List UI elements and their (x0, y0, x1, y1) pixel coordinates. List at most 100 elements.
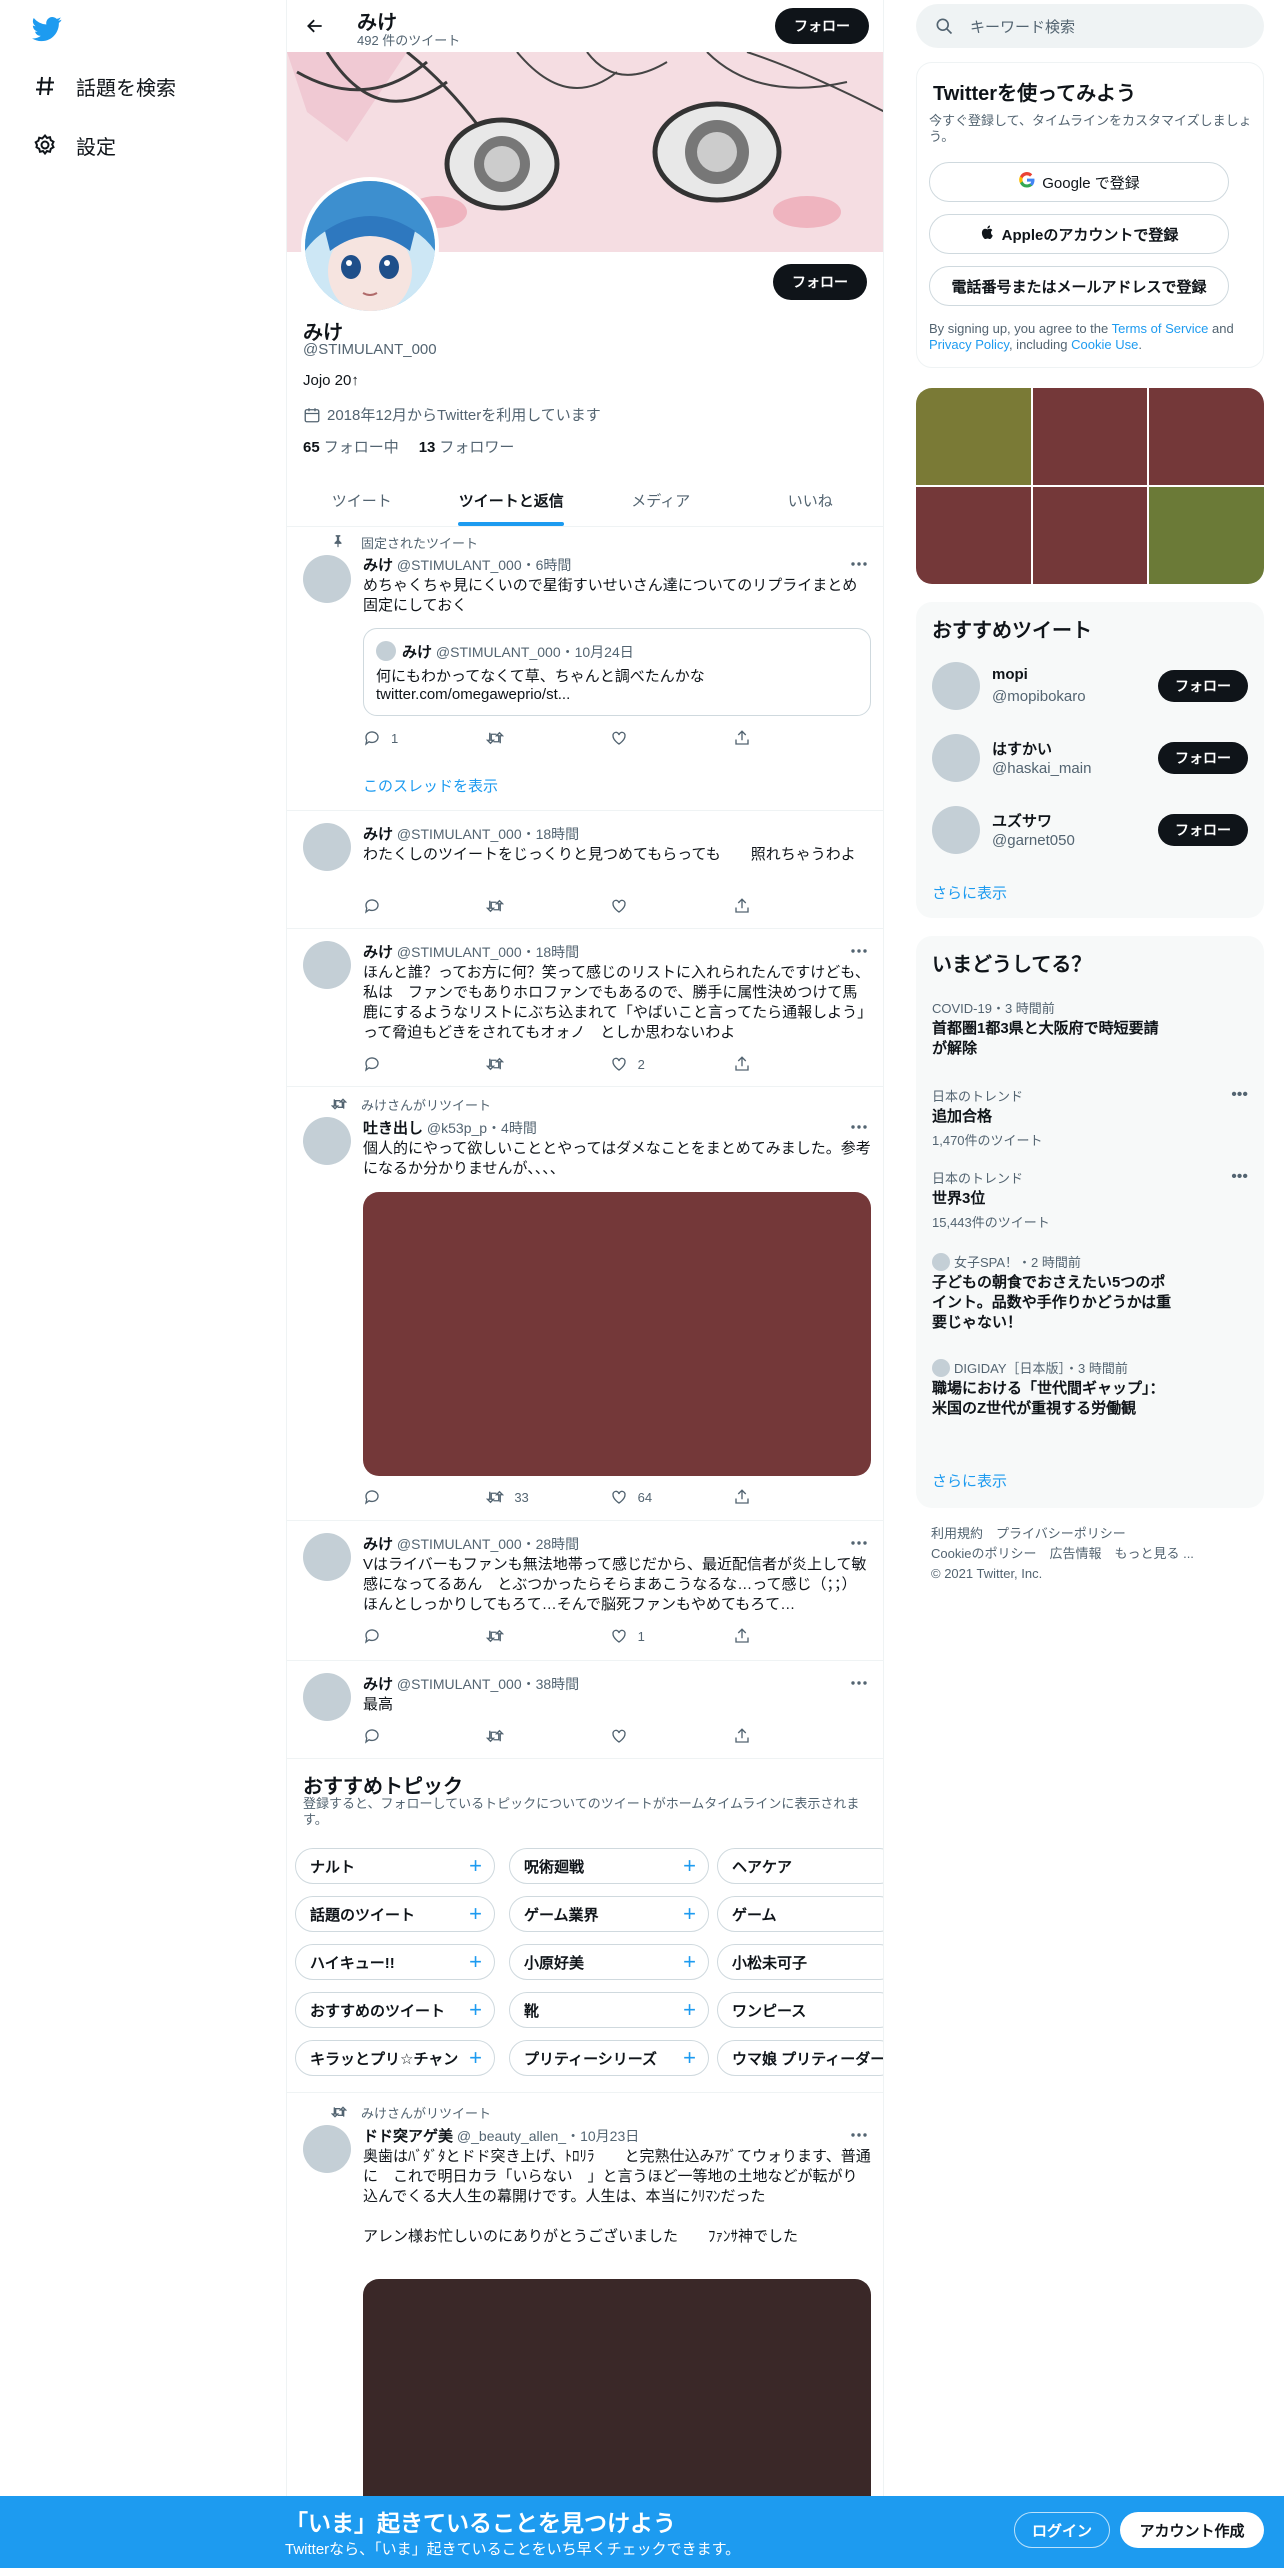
reply-button[interactable] (363, 897, 423, 915)
like-button[interactable]: 2 (610, 1055, 670, 1073)
reply-button[interactable] (363, 1488, 423, 1506)
retweet-button[interactable] (486, 1627, 546, 1645)
tweet-item[interactable]: みけ @STIMULANT_000・18時間 ほんと誰？ってお方に何？笑って感じ… (287, 929, 883, 1087)
more-icon[interactable] (849, 1117, 869, 1137)
topic-chip[interactable]: 小松未可子 (717, 1944, 883, 1980)
media-thumbnail[interactable] (916, 388, 1031, 485)
tab-tweets[interactable]: ツイート (287, 474, 437, 526)
trend-item[interactable]: 日本のトレンド 追加合格 1,470件のツイート ••• (932, 1086, 1248, 1149)
share-button[interactable] (733, 1055, 793, 1073)
share-button[interactable] (733, 1488, 793, 1506)
reply-button[interactable] (363, 1055, 423, 1073)
retweet-button[interactable] (486, 897, 546, 915)
reply-button[interactable] (363, 1727, 423, 1745)
trend-more-icon[interactable]: ••• (1231, 1086, 1248, 1104)
reply-button[interactable] (363, 1627, 423, 1645)
tweet-item[interactable]: みけ @STIMULANT_000・18時間 わたくしのツイートをじっくりと見つ… (287, 811, 883, 929)
more-icon[interactable] (849, 2125, 869, 2145)
topic-chip[interactable]: 話題のツイート + (295, 1896, 495, 1932)
tab-media[interactable]: メディア (586, 474, 736, 526)
retweet-button[interactable] (486, 1727, 546, 1745)
tweet-avatar[interactable] (303, 1533, 351, 1581)
phone-email-signup-button[interactable]: 電話番号またはメールアドレスで登録 (929, 266, 1229, 306)
tweet-media-image[interactable] (363, 1192, 871, 1476)
footer-line[interactable]: 利用規約 プライバシーポリシー (931, 1524, 1261, 1544)
cookie-link[interactable]: Cookie Use (1071, 337, 1138, 352)
followers-link[interactable]: 13 フォロワー (419, 436, 515, 457)
trends-show-more-link[interactable]: さらに表示 (932, 1470, 1007, 1491)
privacy-link[interactable]: Privacy Policy (929, 337, 1009, 352)
create-account-button[interactable]: アカウント作成 (1120, 2512, 1264, 2548)
tweet-avatar[interactable] (303, 1673, 351, 1721)
tweet-item[interactable]: みけ @STIMULANT_000・38時間 最高 (287, 1661, 883, 1759)
suggested-user[interactable]: ユズサワ @garnet050 フォロー (932, 802, 1248, 858)
topic-chip[interactable]: ゲーム業界 + (509, 1896, 709, 1932)
tweet-item[interactable]: 固定されたツイート みけ @STIMULANT_000・6時間 めちゃくちゃ見に… (287, 527, 883, 811)
topic-chip[interactable]: ハイキュー!! + (295, 1944, 495, 1980)
media-thumbnail[interactable] (1032, 487, 1148, 584)
topic-chip[interactable]: ゲーム (717, 1896, 883, 1932)
quote-tweet[interactable]: みけ @STIMULANT_000・10月24日 何にもわかってなくて草、ちゃん… (363, 628, 871, 716)
login-button[interactable]: ログイン (1014, 2512, 1110, 2548)
share-button[interactable] (733, 729, 793, 747)
tweet-avatar[interactable] (303, 2125, 351, 2173)
google-signup-button[interactable]: Google で登録 (929, 162, 1229, 202)
profile-avatar[interactable] (301, 177, 439, 315)
topic-chip[interactable]: キラッとプリ☆チャン + (295, 2040, 495, 2076)
share-button[interactable] (733, 1627, 793, 1645)
media-thumbnail[interactable] (1149, 388, 1264, 485)
retweet-button[interactable]: 33 (486, 1488, 546, 1506)
topic-chip[interactable]: おすすめのツイート + (295, 1992, 495, 2028)
tweet-item[interactable]: みけさんがリツイート 吐き出し @k53p_p・4時間 個人的にやって欲しいこと… (287, 1087, 883, 1521)
suggested-user[interactable]: mopi @mopibokaro フォロー (932, 658, 1248, 714)
more-icon[interactable] (849, 941, 869, 961)
retweet-button[interactable] (486, 1055, 546, 1073)
topic-chip[interactable]: 呪術廻戦 + (509, 1848, 709, 1884)
who-show-more-link[interactable]: さらに表示 (932, 882, 1007, 903)
nav-settings[interactable]: 設定 (32, 127, 116, 163)
like-button[interactable]: 64 (610, 1488, 670, 1506)
tweet-avatar[interactable] (303, 555, 351, 603)
follow-button[interactable]: フォロー (1158, 670, 1248, 702)
media-thumbnail[interactable] (1149, 487, 1264, 584)
back-arrow-icon[interactable] (301, 12, 329, 40)
retweet-button[interactable] (486, 729, 546, 747)
like-button[interactable] (610, 1727, 670, 1745)
like-button[interactable] (610, 729, 670, 747)
more-icon[interactable] (849, 554, 869, 574)
trend-item[interactable]: DIGIDAY［日本版］・3 時間前 職場における「世代間ギャップ」：米国のZ世… (932, 1358, 1248, 1419)
share-button[interactable] (733, 897, 793, 915)
trend-item[interactable]: COVID-19・3 時間前 首都圏1都3県と大阪府で時短要請が解除 (932, 998, 1248, 1059)
suggested-user[interactable]: はすかい @haskai_main フォロー (932, 730, 1248, 786)
more-icon[interactable] (849, 1533, 869, 1553)
topic-chip[interactable]: ワンピース (717, 1992, 883, 2028)
topic-chip[interactable]: ウマ娘 プリティーダービー (717, 2040, 883, 2076)
trend-item[interactable]: 日本のトレンド 世界3位 15,443件のツイート ••• (932, 1168, 1248, 1231)
tweet-avatar[interactable] (303, 1117, 351, 1165)
tab-tweets-and-replies[interactable]: ツイートと返信 (437, 474, 587, 526)
reply-button[interactable]: 1 (363, 729, 423, 747)
show-thread-link[interactable]: このスレッドを表示 (363, 775, 498, 796)
media-thumbnail[interactable] (1032, 388, 1148, 485)
tweet-avatar[interactable] (303, 823, 351, 871)
tab-likes[interactable]: いいね (736, 474, 884, 526)
search-bar[interactable]: キーワード検索 (916, 4, 1264, 48)
header-follow-button[interactable]: フォロー (775, 8, 869, 44)
topic-chip[interactable]: ナルト + (295, 1848, 495, 1884)
topic-chip[interactable]: プリティーシリーズ + (509, 2040, 709, 2076)
trend-more-icon[interactable]: ••• (1231, 1168, 1248, 1186)
terms-link[interactable]: Terms of Service (1112, 321, 1209, 336)
like-button[interactable]: 1 (610, 1627, 670, 1645)
apple-signup-button[interactable]: Appleのアカウントで登録 (929, 214, 1229, 254)
twitter-logo-icon[interactable] (32, 14, 62, 44)
topic-chip[interactable]: 靴 + (509, 1992, 709, 2028)
tweet-avatar[interactable] (303, 941, 351, 989)
like-button[interactable] (610, 897, 670, 915)
footer-line[interactable]: Cookieのポリシー 広告情報 もっと見る ... (931, 1544, 1261, 1564)
tweet-item[interactable]: みけ @STIMULANT_000・28時間 Vはライバーもファンも無法地帯って… (287, 1521, 883, 1661)
topic-chip[interactable]: ヘアケア (717, 1848, 883, 1884)
quote-link[interactable]: twitter.com/omegaweprio/st... (376, 686, 570, 703)
profile-follow-button[interactable]: フォロー (773, 264, 867, 300)
follow-button[interactable]: フォロー (1158, 814, 1248, 846)
following-link[interactable]: 65 フォロー中 (303, 436, 399, 457)
